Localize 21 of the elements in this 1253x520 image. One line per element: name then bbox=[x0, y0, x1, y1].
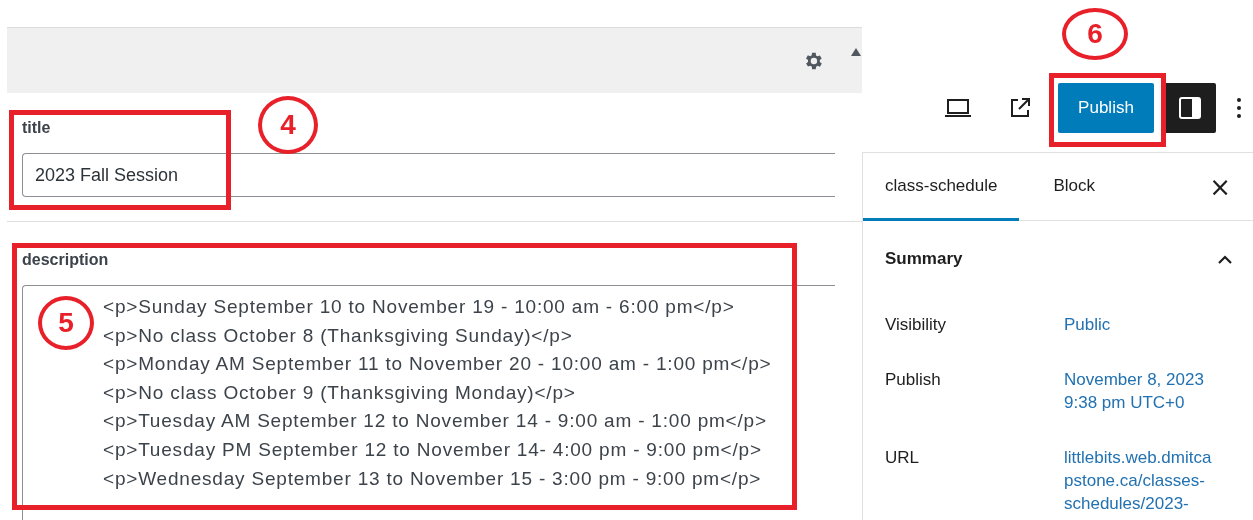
collapse-icon[interactable] bbox=[850, 46, 862, 57]
sidebar-toggle-button[interactable] bbox=[1164, 83, 1216, 133]
step-number: 6 bbox=[1062, 8, 1128, 60]
row-value-link[interactable]: littlebits.web.dmitcapstone.ca/classes-schedules/2023- bbox=[1064, 446, 1214, 515]
panel-title: Summary bbox=[885, 249, 963, 269]
row-label: URL bbox=[885, 447, 920, 469]
more-options-icon[interactable] bbox=[1236, 97, 1242, 119]
field-label: description bbox=[22, 251, 109, 269]
close-button[interactable]: × bbox=[1203, 153, 1237, 220]
sidebar-tab[interactable]: class-schedule bbox=[863, 153, 1020, 221]
chevron-icon[interactable] bbox=[1217, 254, 1233, 264]
row-label: Publish bbox=[885, 369, 942, 391]
row-label: Visibility bbox=[885, 314, 948, 336]
row-value-link[interactable]: November 8, 2023 9:38 pm UTC+0 bbox=[1064, 368, 1214, 414]
row-value-link[interactable]: Public bbox=[1064, 313, 1214, 336]
title-field[interactable]: 2023 Fall Session bbox=[22, 153, 835, 197]
field-label: title bbox=[22, 119, 51, 137]
step-number: 4 bbox=[258, 96, 318, 154]
sidebar-icon bbox=[1178, 96, 1202, 120]
publish-button[interactable]: Publish bbox=[1058, 83, 1154, 133]
sidebar-tab[interactable]: Block bbox=[1031, 153, 1118, 221]
